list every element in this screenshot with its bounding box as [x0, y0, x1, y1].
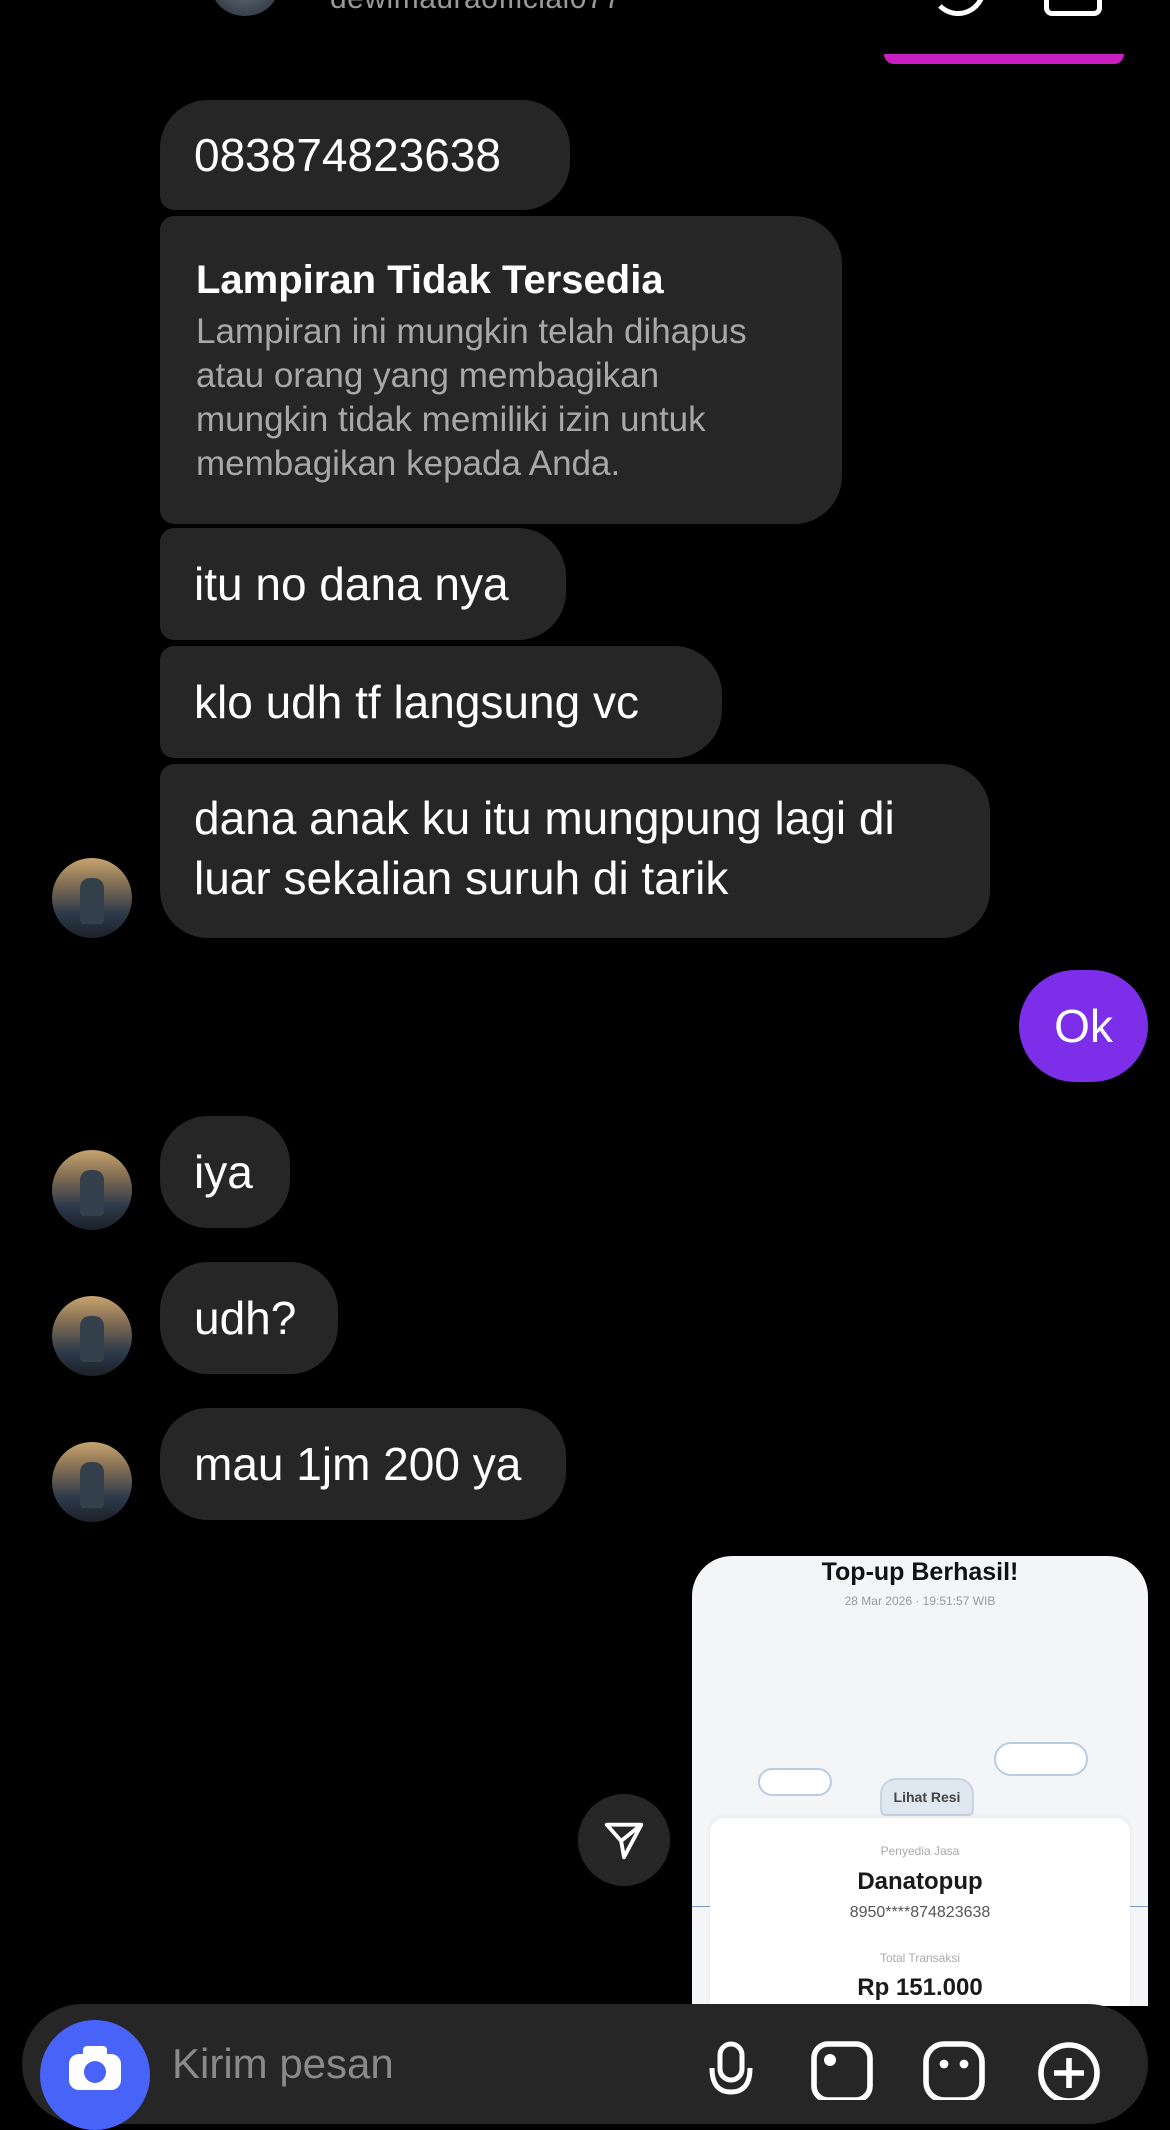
receipt-date: 28 Mar 2026 · 19:51:57 WIB	[844, 1594, 996, 1608]
total-label: Total Transaksi	[879, 1951, 961, 1965]
message-input[interactable]: Kirim pesan	[172, 2040, 394, 2088]
message-text: iya	[194, 1146, 253, 1198]
message-text: 083874823638	[194, 129, 501, 181]
send-share-icon	[604, 1822, 644, 1860]
video-call-icon[interactable]	[1044, 0, 1102, 16]
call-icon[interactable]	[930, 0, 986, 16]
story-ring-accent	[884, 54, 1124, 64]
message-text: udh?	[194, 1292, 297, 1344]
message-bubble[interactable]: iya	[160, 1116, 290, 1228]
header-avatar[interactable]	[212, 0, 278, 16]
message-bubble[interactable]: mau 1jm 200 ya	[160, 1408, 566, 1520]
receipt-panel: Penyedia Jasa Danatopup 8950****87482363…	[710, 1818, 1130, 2006]
message-bubble[interactable]: dana anak ku itu mungpung lagi di luar s…	[160, 764, 990, 938]
attachment-description: Lampiran ini mungkin telah dihapus atau …	[196, 312, 747, 483]
total-amount: Rp 151.000	[857, 1974, 983, 2001]
message-text: Ok	[1054, 1000, 1113, 1052]
sender-avatar[interactable]	[52, 1296, 132, 1376]
share-button[interactable]	[578, 1794, 670, 1886]
provider-name: Danatopup	[857, 1868, 983, 1895]
plus-circle-icon[interactable]	[1036, 2040, 1102, 2100]
sticker-icon[interactable]	[922, 2040, 986, 2100]
sender-avatar[interactable]	[52, 1442, 132, 1522]
shared-image-message[interactable]: Top-up Berhasil! 28 Mar 2026 · 19:51:57 …	[692, 1556, 1148, 2006]
sender-avatar[interactable]	[52, 858, 132, 938]
sent-message-bubble[interactable]: Ok	[1019, 970, 1148, 1082]
message-bubble[interactable]: udh?	[160, 1262, 338, 1374]
header-username[interactable]: dewimauraofficial077	[330, 0, 621, 16]
camera-icon	[69, 2046, 121, 2090]
message-bubble[interactable]: itu no dana nya	[160, 528, 566, 640]
provider-label: Penyedia Jasa	[880, 1844, 960, 1858]
attachment-title: Lampiran Tidak Tersedia	[196, 258, 664, 302]
receipt-title: Top-up Berhasil!	[821, 1558, 1019, 1586]
cloud-illustration	[758, 1768, 832, 1796]
cloud-illustration	[994, 1742, 1088, 1776]
microphone-icon[interactable]	[706, 2040, 756, 2100]
message-text: klo udh tf langsung vc	[194, 676, 639, 728]
view-receipt-label: Lihat Resi	[880, 1778, 974, 1816]
message-bubble[interactable]: klo udh tf langsung vc	[160, 646, 722, 758]
gallery-icon[interactable]	[810, 2040, 874, 2100]
message-text: mau 1jm 200 ya	[194, 1438, 522, 1490]
message-text: itu no dana nya	[194, 558, 509, 610]
message-bubble[interactable]: 083874823638	[160, 100, 570, 210]
account-number: 8950****874823638	[849, 1904, 991, 1921]
message-text: luar sekalian suruh di tarik	[194, 852, 729, 904]
sender-avatar[interactable]	[52, 1150, 132, 1230]
message-text: dana anak ku itu mungpung lagi di	[194, 792, 895, 844]
camera-button[interactable]	[40, 2020, 150, 2130]
attachment-unavailable-bubble[interactable]: Lampiran Tidak Tersedia Lampiran ini mun…	[160, 216, 842, 524]
